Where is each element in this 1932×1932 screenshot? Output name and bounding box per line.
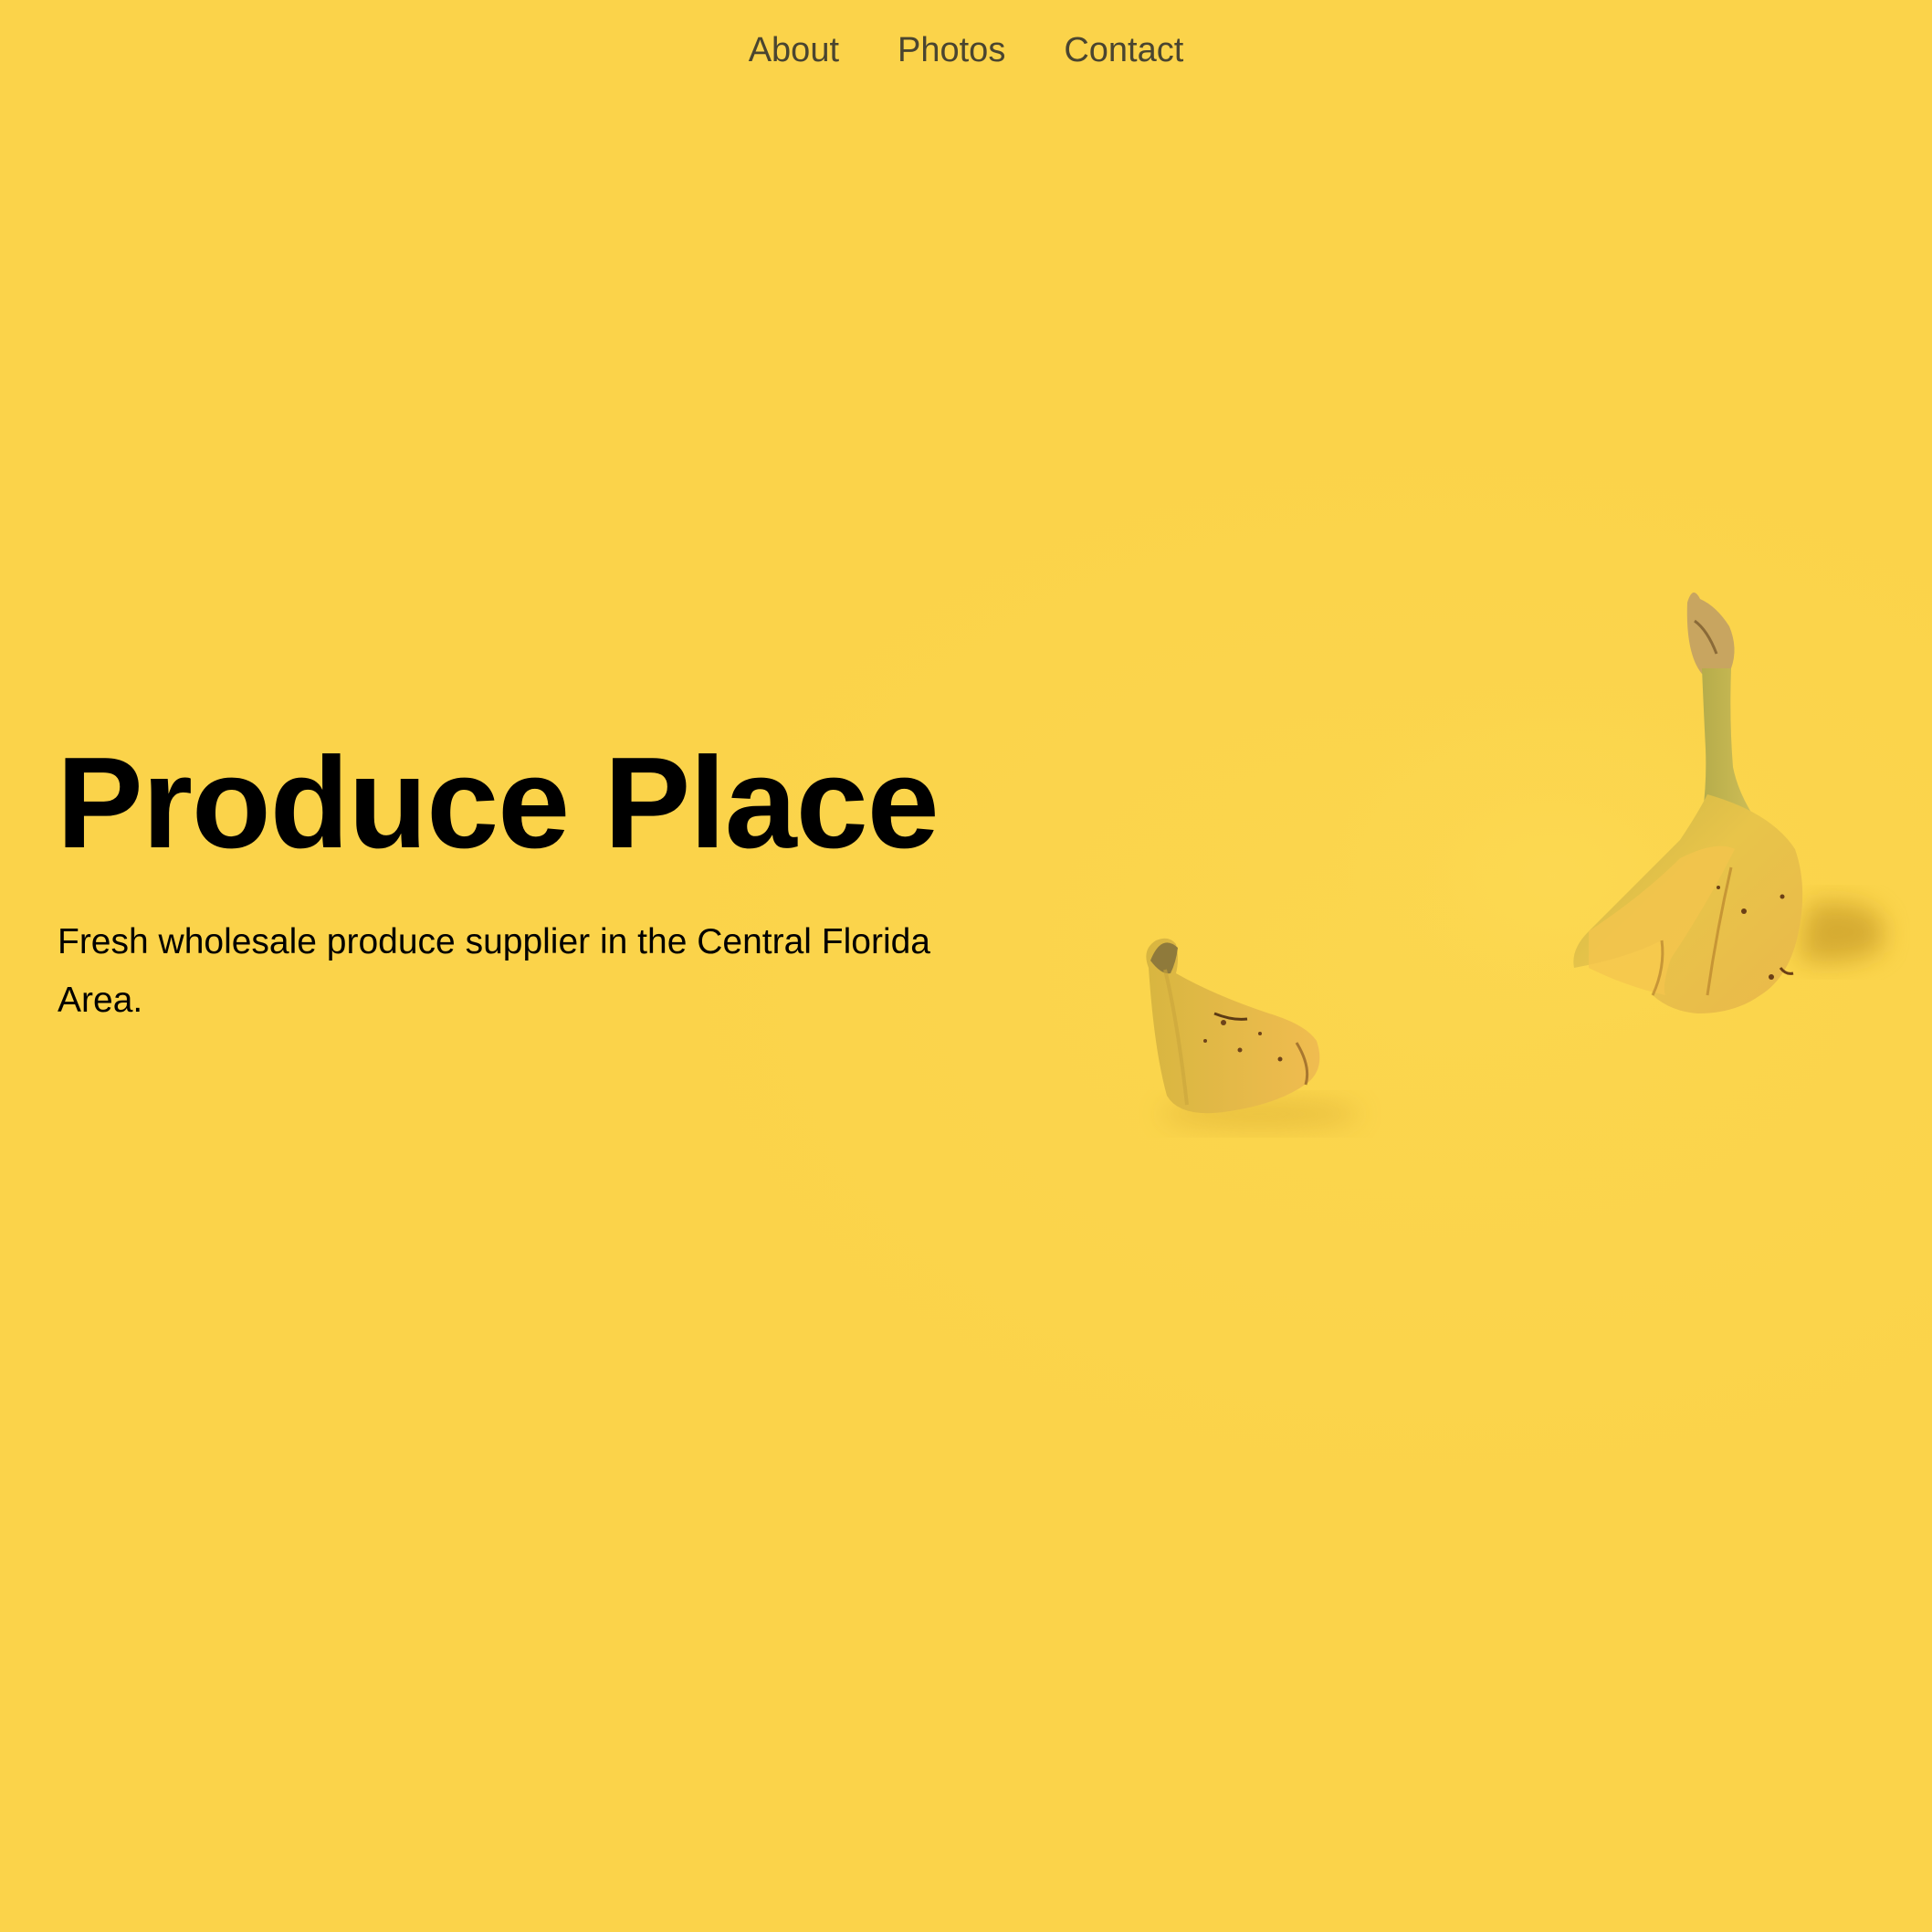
nav-link-photos[interactable]: Photos (898, 31, 1005, 70)
banana-photo (1146, 575, 1932, 1178)
nav-link-about[interactable]: About (749, 31, 839, 70)
hero-subtitle: Fresh wholesale produce supplier in the … (58, 922, 930, 1020)
page: About Photos Contact Produce Place Fresh… (0, 0, 1932, 1932)
top-nav: About Photos Contact (0, 0, 1932, 100)
nav-link-contact[interactable]: Contact (1064, 31, 1183, 70)
hero-title: Produce Place (57, 730, 940, 876)
